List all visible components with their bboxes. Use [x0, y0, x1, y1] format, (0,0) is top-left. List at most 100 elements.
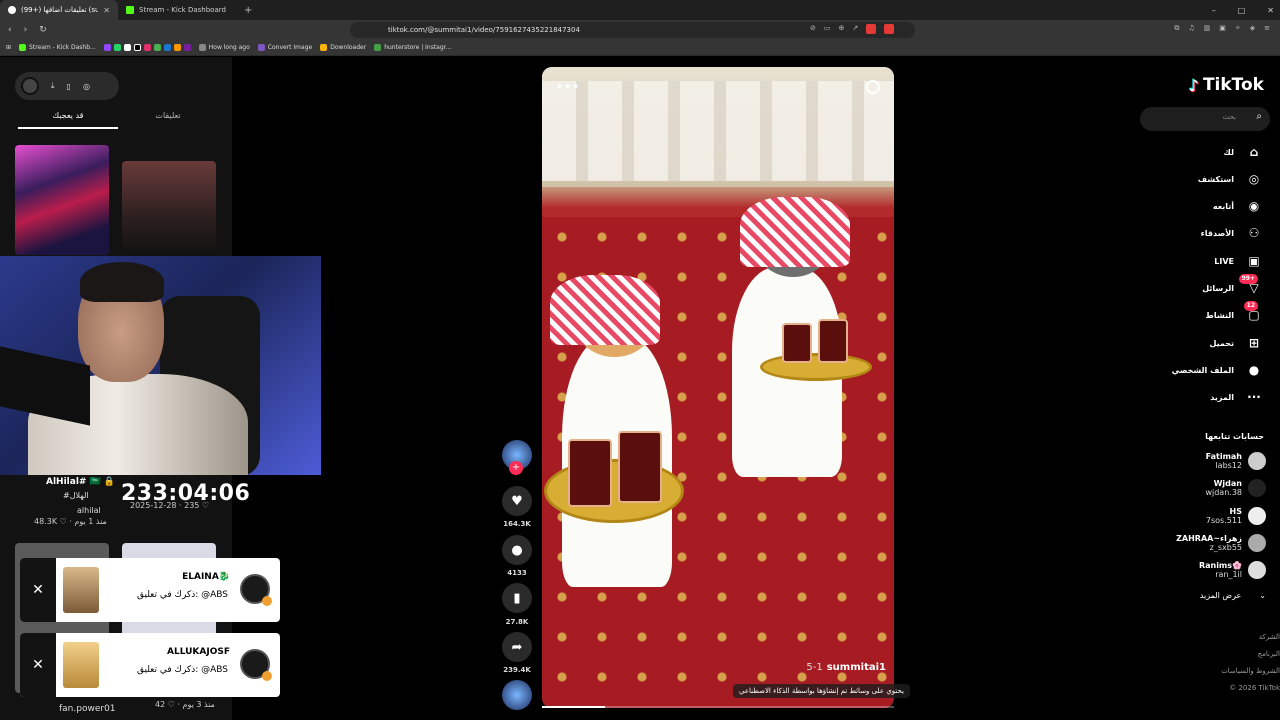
whatsapp-icon[interactable]: [113, 44, 121, 51]
show-more-button[interactable]: عرض المزيد ⌄: [1200, 591, 1266, 600]
download-icon[interactable]: ⤓: [51, 81, 55, 91]
close-tab-icon[interactable]: ✕: [103, 6, 110, 15]
bookmark-how-long-ago[interactable]: How long ago: [198, 44, 250, 51]
close-window-button[interactable]: ✕: [1267, 6, 1274, 15]
browser-tab-kick[interactable]: Stream - Kick Dashboard: [118, 0, 236, 20]
tab-comments[interactable]: تعليقات: [118, 107, 218, 129]
bookmark-kick[interactable]: Stream - Kick Dashb...: [19, 44, 96, 51]
avatar[interactable]: [21, 77, 39, 95]
reload-button[interactable]: ↻: [39, 25, 47, 35]
nav-live[interactable]: LIVE ▣: [1214, 252, 1262, 270]
tiktok-logo[interactable]: ♪ TikTok: [1189, 75, 1264, 95]
notification-toast[interactable]: ✕ ELAINA🐉 ذكرك في تعليق: @ABS: [20, 558, 280, 622]
footer-link-company[interactable]: الشركة: [1180, 629, 1280, 646]
nav-more[interactable]: المزيد ···: [1210, 388, 1262, 406]
extension-icon[interactable]: ⧉: [1174, 24, 1179, 33]
nav-activity[interactable]: النشاط ▢ 12: [1206, 301, 1262, 324]
bookmark-icon[interactable]: [163, 44, 171, 51]
video-progress-bar[interactable]: [542, 706, 894, 708]
footer-link-program[interactable]: البرنامج: [1180, 646, 1280, 663]
follow-plus-icon[interactable]: +: [509, 461, 523, 475]
suggested-video-thumbnail[interactable]: [122, 161, 216, 255]
bookmark-convert-image[interactable]: Convert Image: [257, 44, 312, 51]
vpn-icon[interactable]: ◈: [1250, 24, 1255, 33]
search-icon[interactable]: ⌕: [1256, 111, 1262, 122]
x-icon[interactable]: [123, 44, 131, 51]
apps-icon[interactable]: ⊞: [6, 44, 11, 51]
notification-toast[interactable]: ✕ ALLUKAJOSF ذكرك في تعليق: @ABS: [20, 633, 280, 697]
webcam-overlay: [0, 256, 321, 475]
bookmark-icon[interactable]: [183, 44, 191, 51]
close-icon[interactable]: ✕: [20, 633, 56, 697]
minimize-button[interactable]: –: [1212, 6, 1216, 15]
brave-rewards-icon[interactable]: [884, 24, 895, 34]
more-options-icon[interactable]: •••: [556, 80, 580, 94]
twitch-icon[interactable]: [103, 44, 111, 51]
video-tea-tray: [760, 353, 872, 381]
nav-explore[interactable]: استكشف ◎: [1198, 170, 1262, 188]
tab-you-may-like[interactable]: قد يعجبك: [18, 107, 118, 129]
video-player[interactable]: [542, 67, 894, 708]
nav-messages[interactable]: الرسائل ▽ 99+: [1202, 274, 1262, 297]
new-tab-button[interactable]: +: [236, 5, 260, 16]
following-account[interactable]: Ranims🌸 ran_1il: [1146, 557, 1266, 583]
brave-shield-icon[interactable]: [866, 24, 877, 34]
link-icon: [198, 44, 206, 51]
video-seated-men: [542, 81, 894, 181]
home-icon: ⌂: [1249, 145, 1259, 159]
music-icon[interactable]: ♫: [1188, 24, 1194, 33]
compass-icon[interactable]: ◎: [83, 82, 90, 91]
leo-icon[interactable]: ✧: [1235, 24, 1241, 33]
bookmark-icon[interactable]: [153, 44, 161, 51]
suggested-username[interactable]: fan.power01: [59, 704, 116, 714]
nav-label: الرسائل: [1202, 283, 1234, 293]
notification-video-thumbnail: [63, 567, 99, 613]
stream-timer: 233:04:06: [121, 481, 251, 506]
bookmark-icon[interactable]: [173, 44, 181, 51]
forward-button[interactable]: ›: [24, 25, 28, 35]
translate-icon[interactable]: ⊘: [810, 24, 816, 34]
video-headscarf: [550, 275, 660, 345]
suggested-video-thumbnail[interactable]: [15, 145, 109, 255]
share-icon[interactable]: ↗: [852, 24, 858, 34]
following-account[interactable]: ZAHRAA~زهراء z_sxb55: [1146, 530, 1266, 556]
comment-button[interactable]: ●: [502, 535, 532, 565]
nav-friends[interactable]: الأصدقاء ⚇: [1201, 224, 1262, 242]
volume-icon[interactable]: [866, 80, 880, 94]
account-username: labs12: [1215, 461, 1242, 470]
bookmark-icon: ▮: [513, 590, 521, 606]
phone-icon[interactable]: ▯: [67, 82, 71, 91]
following-account[interactable]: Wjdan wjdan.38: [1146, 475, 1266, 501]
nav-label: استكشف: [1197, 174, 1234, 184]
nav-following[interactable]: أتابعه ◉: [1213, 197, 1262, 215]
address-bar-row: ‹ › ↻ tiktok.com/@summitai1/video/759162…: [0, 20, 1280, 40]
back-button[interactable]: ‹: [8, 25, 12, 35]
messages-badge: 99+: [1238, 274, 1258, 284]
share-button[interactable]: ➦: [502, 632, 532, 662]
footer-links: الشركة البرنامج الشروط والسياسات © 2026 …: [1180, 629, 1280, 697]
nav-for-you[interactable]: لك ⌂: [1224, 143, 1262, 161]
notification-user: ALLUKAJOSF: [167, 647, 230, 657]
footer-link-terms[interactable]: الشروط والسياسات: [1180, 663, 1280, 680]
maximize-button[interactable]: □: [1238, 6, 1246, 15]
following-account[interactable]: Fatimah labs12: [1146, 448, 1266, 474]
close-icon[interactable]: ✕: [20, 558, 56, 622]
cast-icon[interactable]: ▭: [824, 24, 831, 34]
music-disc-icon[interactable]: [502, 680, 532, 710]
browser-tab-tiktok[interactable]: (99+) تعليقات أضافها (summitai1 ✕: [0, 0, 118, 20]
zoom-icon[interactable]: ⊕: [839, 24, 845, 34]
nav-upload[interactable]: تحميل ⊞: [1209, 334, 1262, 352]
bookmark-downloader[interactable]: Downloader: [320, 44, 366, 51]
video-author[interactable]: 5-1 summitai1: [806, 662, 886, 673]
nav-profile[interactable]: الملف الشخصي ●: [1172, 361, 1262, 379]
tiktok-icon[interactable]: [133, 44, 141, 51]
wallet-icon[interactable]: ▣: [1219, 24, 1226, 33]
menu-icon[interactable]: ≡: [1264, 24, 1270, 33]
sidebar-icon[interactable]: ▥: [1204, 24, 1211, 33]
following-account[interactable]: HS 7sos.511: [1146, 503, 1266, 529]
search-input[interactable]: بحث ⌕: [1140, 107, 1270, 131]
save-button[interactable]: ▮: [502, 583, 532, 613]
bookmark-hunterstore[interactable]: hunterstore | Instagr...: [374, 44, 451, 51]
like-button[interactable]: ♥: [502, 486, 532, 516]
instagram-icon[interactable]: [143, 44, 151, 51]
